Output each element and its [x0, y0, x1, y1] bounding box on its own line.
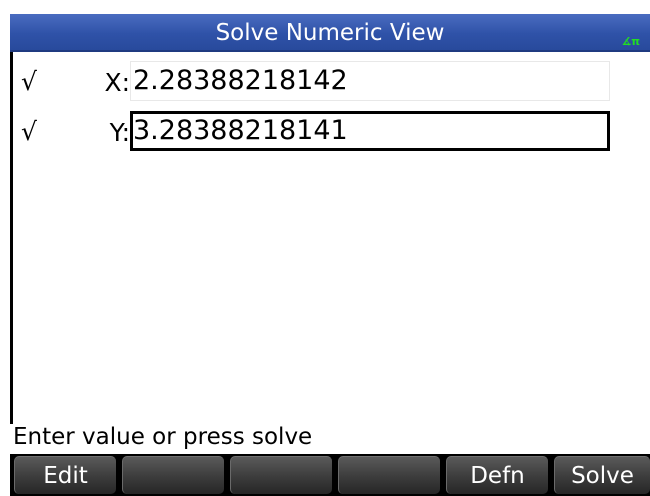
variable-label-x: X:	[104, 68, 130, 97]
screen-left-border	[10, 52, 13, 424]
value-field-x[interactable]: 2.28388218142	[130, 61, 610, 101]
variable-label-y: Y:	[109, 118, 130, 147]
value-field-y[interactable]: 3.28388218141	[130, 111, 610, 151]
solve-button[interactable]: Solve	[554, 456, 650, 494]
variable-row-x[interactable]: √ X: 2.28388218142	[13, 60, 650, 104]
angle-mode-icon: ∡π	[621, 35, 640, 48]
variable-row-y[interactable]: √ Y: 3.28388218141	[13, 110, 650, 154]
checkmark-icon[interactable]: √	[21, 68, 37, 96]
status-prompt: Enter value or press solve	[13, 424, 313, 450]
page-title: Solve Numeric View	[215, 20, 445, 46]
checkmark-icon[interactable]: √	[21, 118, 37, 146]
softkey-menu: Edit Defn Solve	[10, 454, 650, 496]
edit-button[interactable]: Edit	[14, 456, 116, 494]
softkey-2-button[interactable]	[122, 456, 224, 494]
softkey-4-button[interactable]	[338, 456, 440, 494]
calculator-screen: Solve Numeric View ∡π √ X: 2.28388218142…	[0, 0, 650, 496]
title-bar: Solve Numeric View ∡π	[10, 14, 650, 52]
softkey-3-button[interactable]	[230, 456, 332, 494]
defn-button[interactable]: Defn	[446, 456, 548, 494]
